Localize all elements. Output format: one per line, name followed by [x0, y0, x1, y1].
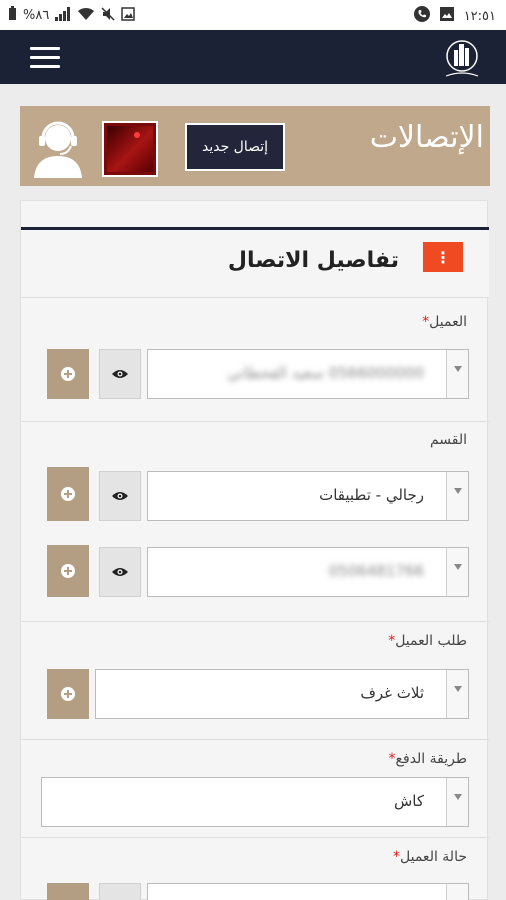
phone-add-button[interactable] [47, 545, 89, 597]
battery-percent: %٨٦ [23, 8, 50, 23]
wifi-icon [77, 7, 95, 25]
clock: ١٢:٥١ [463, 8, 496, 24]
plus-icon [61, 687, 75, 701]
phone-call-icon [413, 6, 430, 26]
request-value: ثلاث غرف [360, 684, 424, 702]
top-navbar [0, 30, 506, 84]
phone-view-button[interactable] [99, 547, 141, 597]
separator [21, 621, 489, 622]
department-select[interactable]: رجالي - تطبيقات [147, 471, 469, 521]
new-call-button[interactable]: إتصال جديد [185, 123, 285, 171]
call-details-card: تفاصيل الاتصال ⋮ العميل* 0566000000 سعيد… [20, 200, 489, 900]
department-view-button[interactable] [99, 471, 141, 521]
signal-icon [55, 6, 71, 25]
eye-icon [112, 568, 128, 576]
customer-add-button[interactable] [47, 349, 89, 399]
department-add-button[interactable] [47, 467, 89, 521]
image-icon [439, 7, 454, 25]
status-label: حالة العميل* [393, 849, 467, 865]
chevron-down-icon [446, 472, 468, 520]
payment-value: كاش [393, 792, 424, 810]
department-label: القسم [429, 432, 467, 448]
phone-select[interactable]: 0506481766 [147, 547, 469, 597]
eye-icon [112, 492, 128, 500]
department-value: رجالي - تطبيقات [319, 486, 424, 504]
payment-label: طريقة الدفع* [388, 751, 467, 767]
chevron-down-icon [446, 884, 468, 900]
customer-view-button[interactable] [99, 349, 141, 399]
status-left: %٨٦ [8, 6, 136, 25]
status-select[interactable] [147, 883, 469, 900]
hamburger-icon[interactable] [30, 47, 60, 69]
app-logo [440, 36, 484, 80]
phone-value: 0506481766 [328, 562, 424, 580]
plus-icon [61, 564, 75, 578]
page-title: الإتصالات [369, 120, 484, 155]
status-view-button[interactable] [99, 883, 141, 900]
chevron-down-icon [446, 670, 468, 718]
mute-icon [101, 6, 115, 25]
card-header: تفاصيل الاتصال ⋮ [21, 230, 489, 298]
separator [21, 421, 489, 422]
chevron-down-icon [446, 548, 468, 596]
chevron-down-icon [446, 778, 468, 826]
request-add-button[interactable] [47, 669, 89, 719]
calls-banner: الإتصالات إتصال جديد [20, 106, 490, 186]
user-photo[interactable] [102, 121, 158, 177]
separator [21, 837, 489, 838]
request-label: طلب العميل* [388, 633, 467, 649]
photo-notification-icon [121, 6, 136, 25]
kebab-menu-button[interactable]: ⋮ [423, 242, 463, 272]
customer-value: 0566000000 سعيد القحطاني [227, 364, 424, 382]
status-right: ١٢:٥١ [413, 6, 496, 26]
status-add-button[interactable] [47, 883, 89, 900]
eye-icon [112, 370, 128, 378]
status-bar: %٨٦ ١٢:٥١ [0, 0, 506, 30]
separator [21, 739, 489, 740]
customer-select[interactable]: 0566000000 سعيد القحطاني [147, 349, 469, 399]
request-select[interactable]: ثلاث غرف [95, 669, 469, 719]
payment-select[interactable]: كاش [41, 777, 469, 827]
card-title: تفاصيل الاتصال [227, 248, 399, 273]
customer-label: العميل* [422, 314, 467, 330]
headset-agent-icon [28, 116, 88, 180]
chevron-down-icon [446, 350, 468, 398]
plus-icon [61, 487, 75, 501]
battery-icon [8, 6, 17, 25]
plus-icon [61, 367, 75, 381]
